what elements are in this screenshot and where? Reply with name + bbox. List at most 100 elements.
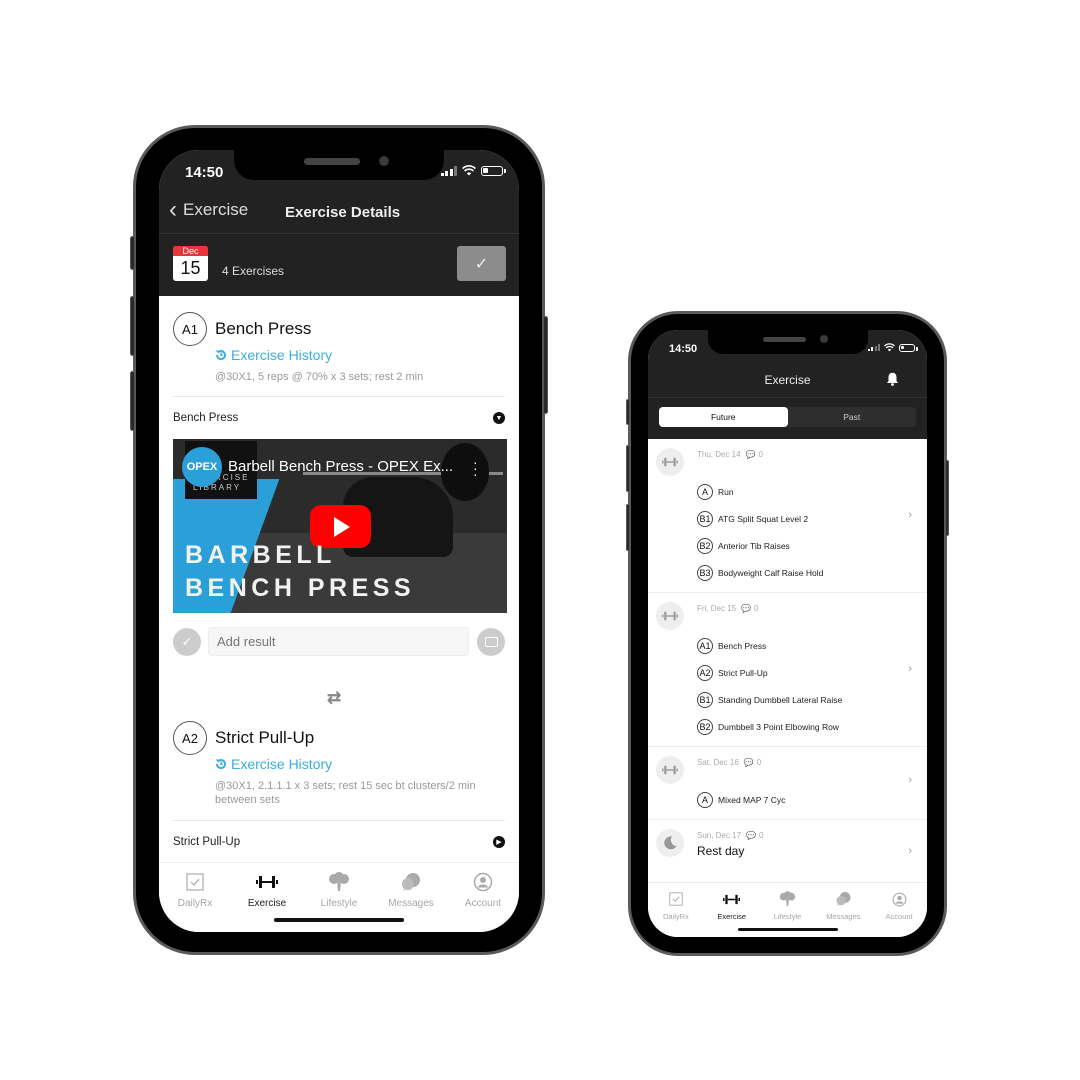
video-title[interactable]: Barbell Bench Press - OPEX Ex... xyxy=(228,458,453,475)
tab-account[interactable]: Account xyxy=(871,883,927,937)
exercise-tag: A2 xyxy=(173,721,207,755)
tab-dailyrx[interactable]: DailyRx xyxy=(159,863,231,932)
video-row-label: Strict Pull-Up xyxy=(173,836,241,848)
tab-label: Messages xyxy=(388,898,434,909)
checkbox-icon xyxy=(669,892,683,906)
video-toggle-row[interactable]: Bench Press ▼ xyxy=(173,412,505,426)
page-title: Exercise Details xyxy=(285,204,401,221)
tab-dailyrx[interactable]: DailyRx xyxy=(648,883,704,937)
day-card[interactable]: Thu, Dec 14 💬 0 › A Run B1 ATG Split Squat … xyxy=(648,439,927,593)
day-date-row: Sat, Dec 16 💬 0 xyxy=(697,758,761,767)
dumbbell-icon xyxy=(656,756,684,784)
item-tag: A1 xyxy=(697,638,713,654)
segment-bar: Future Past xyxy=(648,398,927,439)
play-circle-icon: ▶ xyxy=(493,836,505,848)
more-options-icon[interactable]: · · · xyxy=(473,455,478,481)
cellular-signal-icon xyxy=(867,344,880,351)
video-toggle-row[interactable]: Strict Pull-Up ▶ xyxy=(173,836,505,850)
segment-past[interactable]: Past xyxy=(788,407,917,427)
workout-item: B1 ATG Split Squat Level 2 xyxy=(697,511,808,527)
day-date: Thu, Dec 14 xyxy=(697,450,741,459)
history-icon xyxy=(215,350,226,361)
exercise-block: A1 Bench Press Exercise History @30X1, 5… xyxy=(173,312,505,392)
item-tag: B2 xyxy=(697,538,713,554)
item-tag: B1 xyxy=(697,692,713,708)
divider xyxy=(173,820,505,821)
divider xyxy=(173,396,505,397)
phone-exercise-schedule: 14:50 Exercise Future Past Thu, Dec 14 💬… xyxy=(626,311,949,956)
power-button xyxy=(945,460,949,536)
complete-day-button[interactable]: ✓ xyxy=(457,246,506,281)
exercise-history-link[interactable]: Exercise History xyxy=(215,756,332,772)
notch xyxy=(707,330,868,354)
user-circle-icon xyxy=(473,872,493,892)
tab-label: Account xyxy=(464,898,502,909)
comment-icon: 💬 xyxy=(746,831,756,840)
item-name: Strict Pull-Up xyxy=(718,668,768,678)
dumbbell-icon xyxy=(256,876,278,888)
status-icons xyxy=(440,165,506,176)
comment-icon: 💬 xyxy=(745,450,756,459)
comment-count: 0 xyxy=(759,831,764,840)
chevron-left-icon: ‹ xyxy=(169,196,177,223)
broccoli-icon xyxy=(779,891,796,906)
mute-switch xyxy=(626,399,630,425)
back-label: Exercise xyxy=(183,200,249,219)
segmented-control: Future Past xyxy=(659,407,916,427)
exercise-name: Bench Press xyxy=(215,319,312,338)
day-date-row: Thu, Dec 14 💬 0 xyxy=(697,450,763,459)
battery-icon xyxy=(481,165,506,176)
youtube-video-thumbnail[interactable]: EXERCISE LIBRARY OPEX Barbell Bench Pres… xyxy=(173,439,507,613)
video-overlay-line1: BARBELL xyxy=(185,541,336,569)
workout-item: B2 Anterior Tib Raises xyxy=(697,538,790,554)
swap-exercise-icon[interactable]: ⇄ xyxy=(327,688,341,708)
tab-account[interactable]: Account xyxy=(447,863,519,932)
exercise-history-label: Exercise History xyxy=(231,756,333,772)
item-name: Standing Dumbbell Lateral Raise xyxy=(718,695,843,705)
segment-future[interactable]: Future xyxy=(659,407,788,427)
comment-count: 0 xyxy=(756,758,762,767)
status-icons xyxy=(867,343,918,352)
workout-item: A Mixed MAP 7 Cyc xyxy=(697,792,785,808)
workout-item: A Run xyxy=(697,484,734,500)
chevron-right-icon: › xyxy=(908,509,912,521)
workout-item: A2 Strict Pull-Up xyxy=(697,665,768,681)
dumbbell-icon xyxy=(656,602,684,630)
video-row-label: Bench Press xyxy=(173,412,239,424)
add-result-input[interactable] xyxy=(208,627,469,656)
nav-bar: Exercise xyxy=(648,362,927,398)
comment-count: 0 xyxy=(754,604,759,613)
home-indicator[interactable] xyxy=(274,918,404,922)
exercise-detail-content: A1 Bench Press Exercise History @30X1, 5… xyxy=(159,296,519,863)
channel-logo[interactable]: OPEX xyxy=(182,447,222,487)
exercise-history-label: Exercise History xyxy=(231,347,333,363)
item-name: Run xyxy=(718,487,734,497)
notch xyxy=(234,150,444,180)
comment-icon: 💬 xyxy=(743,758,754,767)
day-card[interactable]: Sun, Dec 17 💬 0 Rest day › xyxy=(648,820,927,887)
item-tag: A2 xyxy=(697,665,713,681)
mark-complete-button[interactable]: ✓ xyxy=(173,628,201,656)
comment-count: 0 xyxy=(758,450,763,459)
stage: 14:50 ‹ Exercise Exercise Details Dec 15… xyxy=(0,0,1080,1080)
exercise-name: Strict Pull-Up xyxy=(215,728,315,747)
item-tag: B3 xyxy=(697,565,713,581)
bell-icon[interactable] xyxy=(886,372,899,386)
item-tag: A xyxy=(697,484,713,500)
screen: 14:50 Exercise Future Past Thu, Dec 14 💬… xyxy=(648,330,927,937)
exercise-history-link[interactable]: Exercise History xyxy=(215,347,332,363)
screen: 14:50 ‹ Exercise Exercise Details Dec 15… xyxy=(159,150,519,932)
status-time: 14:50 xyxy=(185,164,224,181)
home-indicator[interactable] xyxy=(737,928,838,931)
workout-item: B3 Bodyweight Calf Raise Hold xyxy=(697,565,823,581)
camera-button[interactable] xyxy=(477,628,505,656)
wifi-icon xyxy=(884,343,895,352)
history-icon xyxy=(215,759,226,770)
workout-day-list: Thu, Dec 14 💬 0 › A Run B1 ATG Split Squat … xyxy=(648,439,927,887)
workout-item: A1 Bench Press xyxy=(697,638,766,654)
day-card[interactable]: Sat, Dec 16 💬 0 › A Mixed MAP 7 Cyc xyxy=(648,747,927,820)
back-button[interactable]: ‹ Exercise xyxy=(169,196,249,223)
day-card[interactable]: Fri, Dec 15 💬 0 › A1 Bench Press A2 Strict … xyxy=(648,593,927,747)
item-name: Anterior Tib Raises xyxy=(718,541,790,551)
rest-day-label: Rest day xyxy=(697,844,745,858)
